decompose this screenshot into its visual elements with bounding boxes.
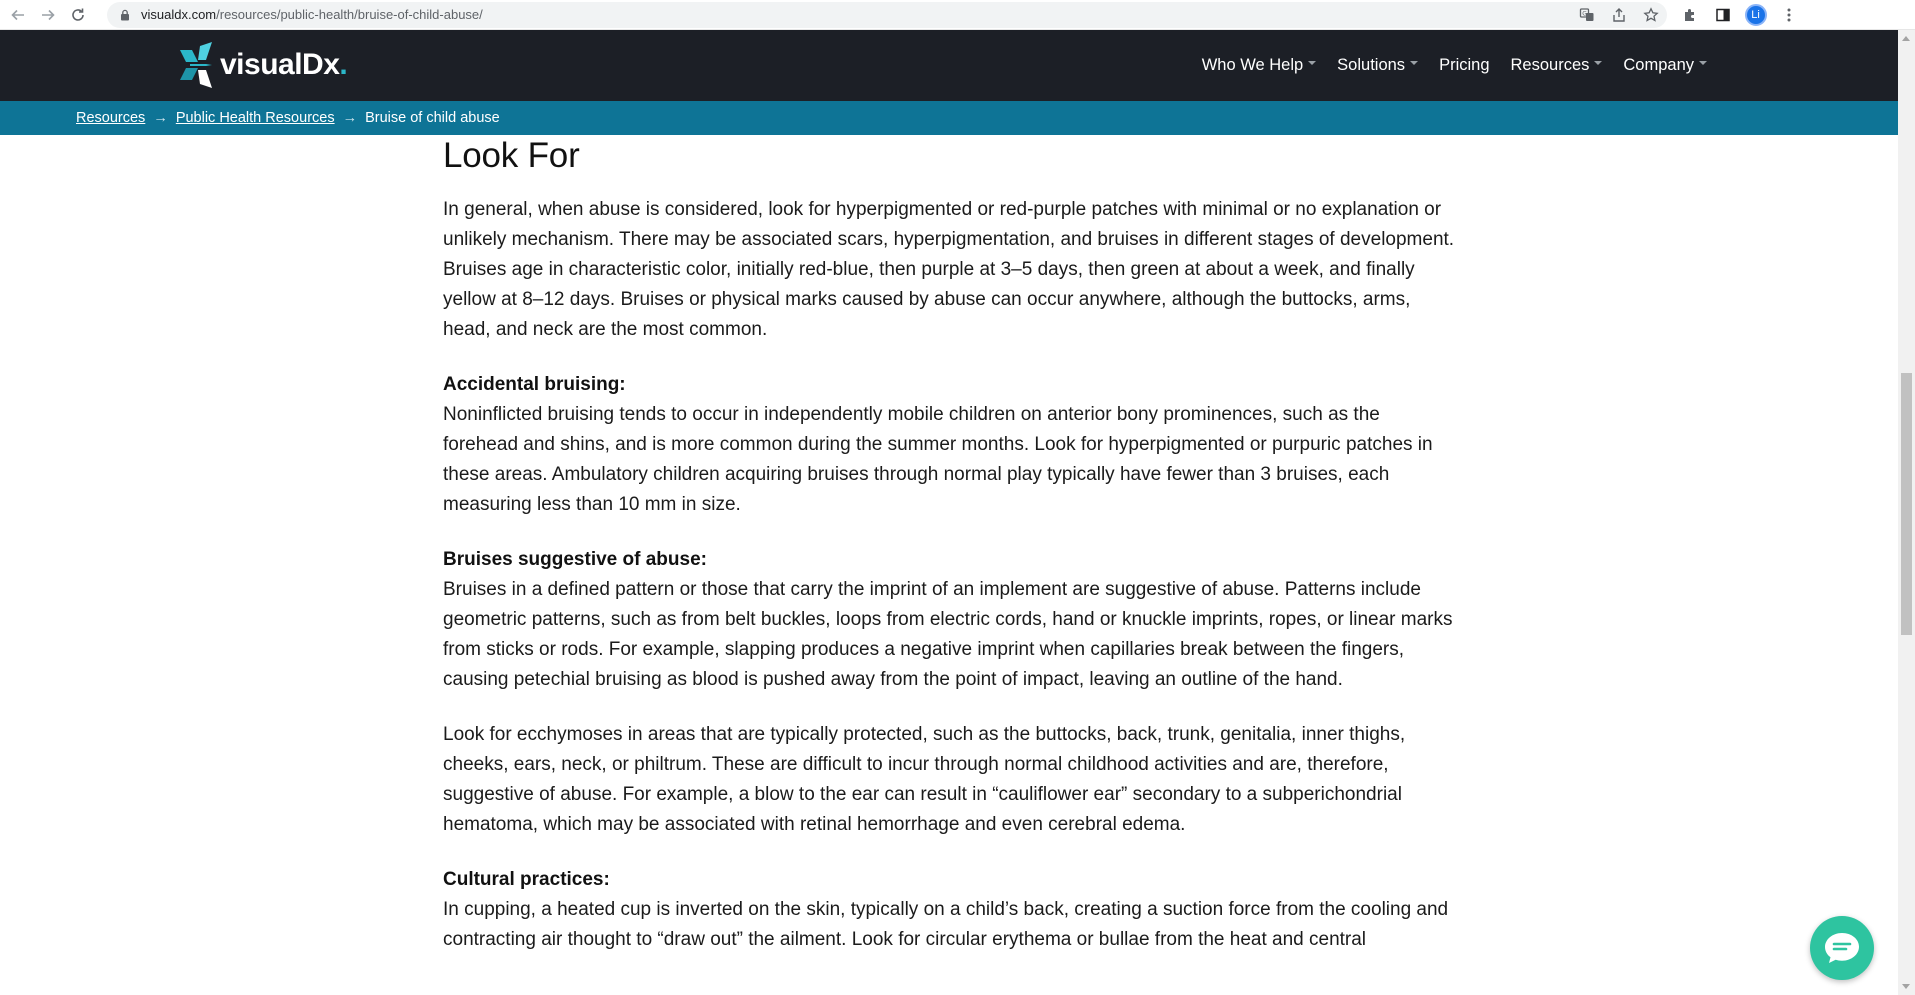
nav-who-we-help[interactable]: Who We Help: [1201, 56, 1317, 75]
breadcrumb-separator: →: [342, 110, 358, 126]
accidental-bruising-heading: Accidental bruising:: [443, 374, 626, 395]
bookmark-star-icon[interactable]: [1635, 2, 1667, 28]
logo-dot: .: [339, 48, 348, 81]
site-header: visualDx. Who We Help Solutions Pricing …: [0, 30, 1898, 101]
article-content: Look For In general, when abuse is consi…: [443, 134, 1455, 955]
cultural-practices-paragraph: In cupping, a heated cup is inverted on …: [443, 899, 1449, 950]
visualdx-logo[interactable]: visualDx.: [176, 42, 348, 88]
breadcrumb: Resources → Public Health Resources → Br…: [0, 101, 1898, 135]
page-scrollbar[interactable]: [1898, 30, 1915, 995]
chat-button[interactable]: [1810, 916, 1874, 980]
visualdx-logo-mark: [180, 42, 212, 88]
nav-label: Pricing: [1439, 56, 1490, 74]
abuse-bruises-heading: Bruises suggestive of abuse:: [443, 549, 707, 570]
sidebar-icon[interactable]: [1706, 0, 1739, 30]
caret-down-icon: [1308, 60, 1317, 65]
url-path: /resources/public-health/bruise-of-child…: [216, 7, 483, 22]
lock-icon[interactable]: [119, 9, 131, 21]
back-arrow-icon[interactable]: [3, 0, 33, 30]
extensions-puzzle-icon[interactable]: [1673, 0, 1706, 30]
nav-label: Solutions: [1337, 56, 1406, 74]
reload-icon[interactable]: [63, 0, 93, 30]
scroll-up-arrow-icon[interactable]: [1902, 36, 1910, 41]
abuse-bruises-paragraph: Bruises in a defined pattern or those th…: [443, 579, 1453, 690]
breadcrumb-current: Bruise of child abuse: [365, 110, 500, 126]
svg-text:G: G: [1582, 10, 1587, 17]
address-bar[interactable]: visualdx.com/resources/public-health/bru…: [107, 1, 1667, 28]
profile-initials: Li: [1744, 3, 1767, 26]
url-host: visualdx.com: [141, 7, 217, 22]
chat-icon: [1825, 933, 1859, 963]
logo-text: visualDx.: [220, 48, 348, 82]
caret-down-icon: [1594, 60, 1603, 65]
ecchymoses-paragraph: Look for ecchymoses in areas that are ty…: [443, 724, 1406, 835]
nav-resources[interactable]: Resources: [1511, 56, 1603, 75]
share-icon[interactable]: [1603, 2, 1635, 28]
main-nav: Who We Help Solutions Pricing Resources …: [1181, 30, 1707, 101]
cultural-practices-heading: Cultural practices:: [443, 869, 610, 890]
caret-down-icon: [1699, 60, 1707, 65]
nav-pricing[interactable]: Pricing: [1439, 56, 1489, 75]
logo-wordmark: visualDx: [220, 48, 340, 81]
profile-avatar[interactable]: Li: [1739, 0, 1772, 30]
nav-company[interactable]: Company: [1623, 56, 1707, 75]
section-heading: Look For: [443, 136, 580, 175]
nav-label: Resources: [1510, 56, 1590, 74]
scrollbar-thumb[interactable]: [1901, 373, 1912, 635]
accidental-bruising-paragraph: Noninflicted bruising tends to occur in …: [443, 404, 1433, 515]
menu-dots-icon[interactable]: [1772, 0, 1805, 30]
forward-arrow-icon[interactable]: [33, 0, 63, 30]
scroll-down-arrow-icon[interactable]: [1902, 984, 1910, 989]
nav-label: Who We Help: [1201, 56, 1304, 74]
nav-label: Company: [1623, 56, 1694, 74]
browser-toolbar: visualdx.com/resources/public-health/bru…: [0, 0, 1915, 30]
intro-paragraph: In general, when abuse is considered, lo…: [443, 199, 1455, 340]
breadcrumb-link-public-health[interactable]: Public Health Resources: [176, 110, 335, 126]
nav-solutions[interactable]: Solutions: [1337, 56, 1419, 75]
breadcrumb-link-resources[interactable]: Resources: [76, 110, 145, 126]
breadcrumb-separator: →: [153, 110, 168, 126]
caret-down-icon: [1410, 60, 1419, 65]
translate-icon[interactable]: G: [1571, 2, 1603, 28]
